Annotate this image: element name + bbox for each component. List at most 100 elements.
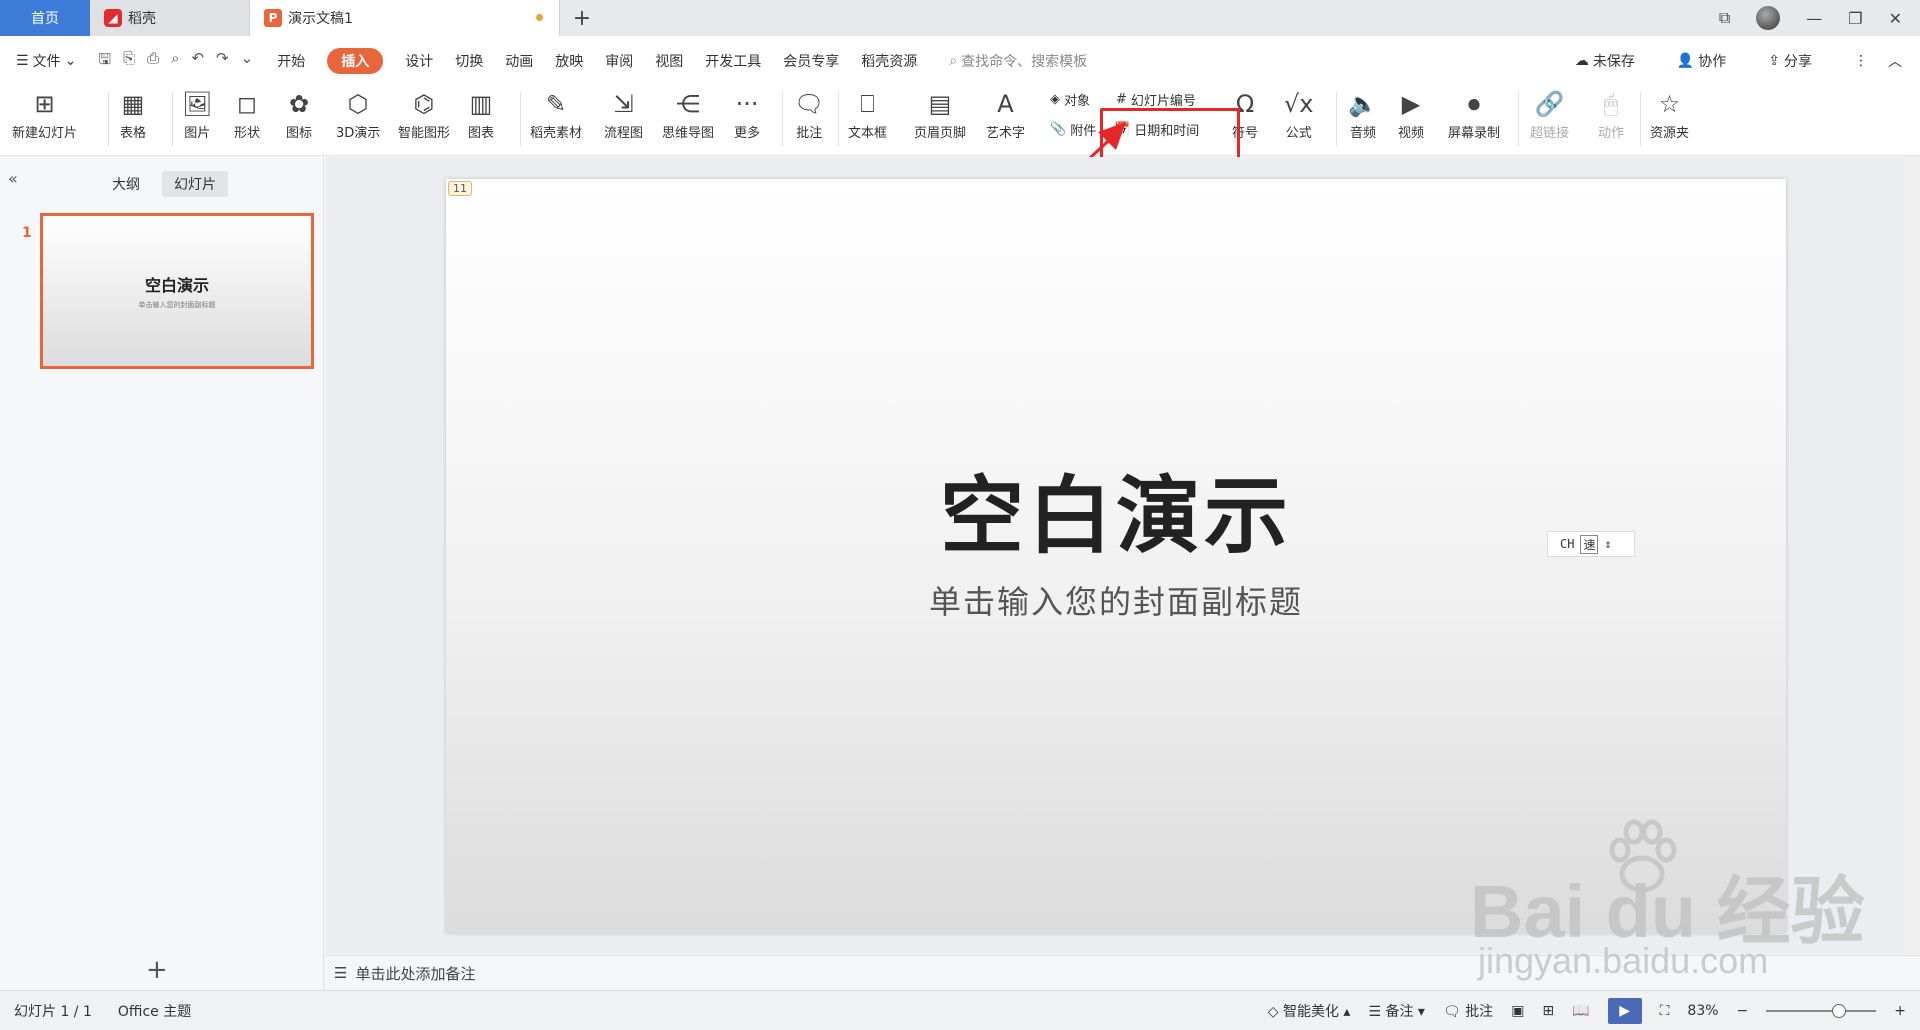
menu-transition[interactable]: 切换 (455, 51, 483, 71)
zoom-slider[interactable] (1766, 1003, 1877, 1018)
menu-developer[interactable]: 开发工具 (705, 51, 761, 71)
textbox-button[interactable]: ⎕ 文本框 (848, 86, 887, 141)
menu-animation[interactable]: 动画 (505, 51, 533, 71)
object-button[interactable]: ◈ 对象 (1050, 90, 1090, 109)
menu-docer-resources[interactable]: 稻壳资源 (861, 51, 917, 71)
share-button[interactable]: ⇪ 分享 (1768, 51, 1812, 71)
slides-panel: « 大纲 幻灯片 1 空白演示 单击输入您的封面副标题 + (0, 157, 324, 990)
material-icon: ✎ (545, 90, 567, 118)
collapse-ribbon-icon[interactable]: ︿ (1888, 51, 1902, 71)
zoom-knob[interactable] (1832, 1003, 1847, 1018)
docer-material-button[interactable]: ✎ 稻壳素材 (530, 86, 582, 141)
tab-home[interactable]: 首页 (0, 0, 90, 36)
comment-button[interactable]: 🗨 批注 (794, 86, 824, 141)
zoom-level[interactable]: 83% (1687, 1003, 1718, 1019)
tab-slides[interactable]: 幻灯片 (162, 171, 228, 197)
beautify-button[interactable]: ◇ 智能美化 ▴ (1268, 1001, 1351, 1021)
add-slide-button[interactable]: + (146, 955, 168, 985)
fit-window-icon[interactable]: ⛶ (1660, 1003, 1670, 1019)
resource-folder-button[interactable]: ☆ 资源夹 (1650, 86, 1689, 141)
normal-view-icon[interactable]: ▣ (1511, 1003, 1524, 1019)
chart-button[interactable]: ▥ 图表 (468, 86, 494, 141)
print-preview-icon[interactable]: ⌕ (171, 49, 179, 74)
ime-toolbar[interactable]: CH 速 ⇕ (1547, 531, 1635, 557)
undo-icon[interactable]: ↶ (192, 49, 205, 74)
customize-icon[interactable]: ⌄ (241, 49, 254, 74)
header-footer-button[interactable]: ▤ 页眉页脚 (914, 86, 966, 141)
hyperlink-button: 🔗 超链接 (1530, 86, 1569, 141)
window-layout-icon[interactable]: ⧉ (1719, 8, 1730, 28)
vertical-scrollbar[interactable] (1904, 157, 1920, 954)
file-menu[interactable]: ☰ 文件 ⌄ (16, 51, 76, 71)
tab-docer-label: 稻壳 (128, 11, 156, 27)
tab-document-label: 演示文稿1 (288, 11, 353, 27)
slide-number: 1 (22, 225, 32, 241)
new-slide-button[interactable]: ⊞ 新建幻灯片 (12, 86, 77, 141)
icon-button[interactable]: ✿ 图标 (286, 86, 312, 141)
action-button: 🖱 动作 (1598, 86, 1624, 141)
mouse-icon: 🖱 (1603, 90, 1619, 118)
presentation-logo-icon: P (264, 9, 282, 27)
smart-shape-button[interactable]: ⌬ 智能图形 (398, 86, 450, 141)
zoom-in-icon[interactable]: + (1894, 1003, 1906, 1019)
video-button[interactable]: ▶ 视频 (1398, 86, 1424, 141)
unsaved-dot-icon (536, 14, 543, 21)
menu-design[interactable]: 设计 (405, 51, 433, 71)
command-search[interactable]: ⌕ 查找命令、搜索模板 (949, 51, 1087, 71)
tab-docer[interactable]: ◢ 稻壳 (90, 0, 250, 36)
formula-button[interactable]: √x 公式 (1284, 86, 1314, 141)
shape-button[interactable]: ◻ 形状 (234, 86, 260, 141)
flowchart-button[interactable]: ⇲ 流程图 (604, 86, 643, 141)
menu-slideshow[interactable]: 放映 (555, 51, 583, 71)
comment-icon: 🗨 (794, 90, 825, 118)
tab-document[interactable]: P 演示文稿1 (250, 0, 560, 36)
audio-button[interactable]: 🔈 音频 (1348, 86, 1378, 141)
collab-button[interactable]: 👤 协作 (1677, 51, 1726, 71)
ime-more-icon: ⇕ (1604, 537, 1612, 551)
picture-button[interactable]: 🖼 图片 (182, 86, 212, 141)
mindmap-button[interactable]: ⋲ 思维导图 (662, 86, 714, 141)
unsaved-status[interactable]: ☁ 未保存 (1575, 51, 1635, 71)
slide-thumbnail[interactable]: 空白演示 单击输入您的封面副标题 (40, 213, 314, 369)
redo-icon[interactable]: ↷ (216, 49, 229, 74)
video-icon: ▶ (1401, 90, 1421, 118)
reading-view-icon[interactable]: 📖 (1572, 1003, 1589, 1019)
new-tab-button[interactable]: + (560, 0, 604, 36)
avatar[interactable] (1756, 6, 1781, 30)
screen-record-button[interactable]: ⏺ 屏幕录制 (1448, 86, 1500, 141)
zoom-out-icon[interactable]: − (1737, 1003, 1749, 1019)
export-pdf-icon[interactable]: ⎘ (123, 49, 135, 74)
play-slideshow-button[interactable]: ▶ (1607, 997, 1642, 1024)
slide-badge: 11 (448, 181, 472, 196)
more-button[interactable]: ··· 更多 (734, 86, 760, 141)
comments-toggle-button[interactable]: 🗨 批注 (1443, 1001, 1493, 1021)
print-icon[interactable]: ⎙ (147, 49, 159, 74)
sorter-view-icon[interactable]: ⊞ (1542, 1003, 1554, 1019)
slide-subtitle[interactable]: 单击输入您的封面副标题 (446, 577, 1786, 623)
minimize-icon[interactable]: — (1806, 9, 1822, 28)
collapse-panel-icon[interactable]: « (8, 169, 18, 188)
menu-view[interactable]: 视图 (655, 51, 683, 71)
screen-record-icon: ⏺ (1468, 90, 1480, 118)
notes-toggle-button[interactable]: ☰ 备注 ▾ (1368, 1001, 1425, 1021)
menu-member[interactable]: 会员专享 (783, 51, 839, 71)
icons-icon: ✿ (288, 90, 310, 118)
table-button[interactable]: ▦ 表格 (120, 86, 146, 141)
3d-demo-button[interactable]: ⬡ 3D演示 (336, 86, 380, 141)
object-icon: ◈ (1050, 92, 1060, 107)
menu-start[interactable]: 开始 (277, 51, 305, 71)
header-footer-icon: ▤ (928, 90, 952, 118)
slide-number-button[interactable]: # 幻灯片编号 (1116, 90, 1196, 109)
more-icon[interactable]: ⋮ (1854, 53, 1868, 69)
speaker-icon: 🔈 (1348, 90, 1378, 118)
menu-review[interactable]: 审阅 (605, 51, 633, 71)
thumbnail-subtitle: 单击输入您的封面副标题 (138, 301, 216, 309)
ime-mode: 速 (1580, 534, 1599, 554)
close-icon[interactable]: ✕ (1889, 9, 1902, 28)
restore-icon[interactable]: ❐ (1848, 9, 1862, 28)
save-icon[interactable]: 🖫 (98, 49, 111, 74)
tab-outline[interactable]: 大纲 (100, 171, 152, 197)
watermark-url: jingyan.baidu.com (1478, 940, 1769, 981)
cloud-icon: ☁ (1574, 53, 1589, 69)
menu-insert[interactable]: 插入 (327, 48, 384, 74)
